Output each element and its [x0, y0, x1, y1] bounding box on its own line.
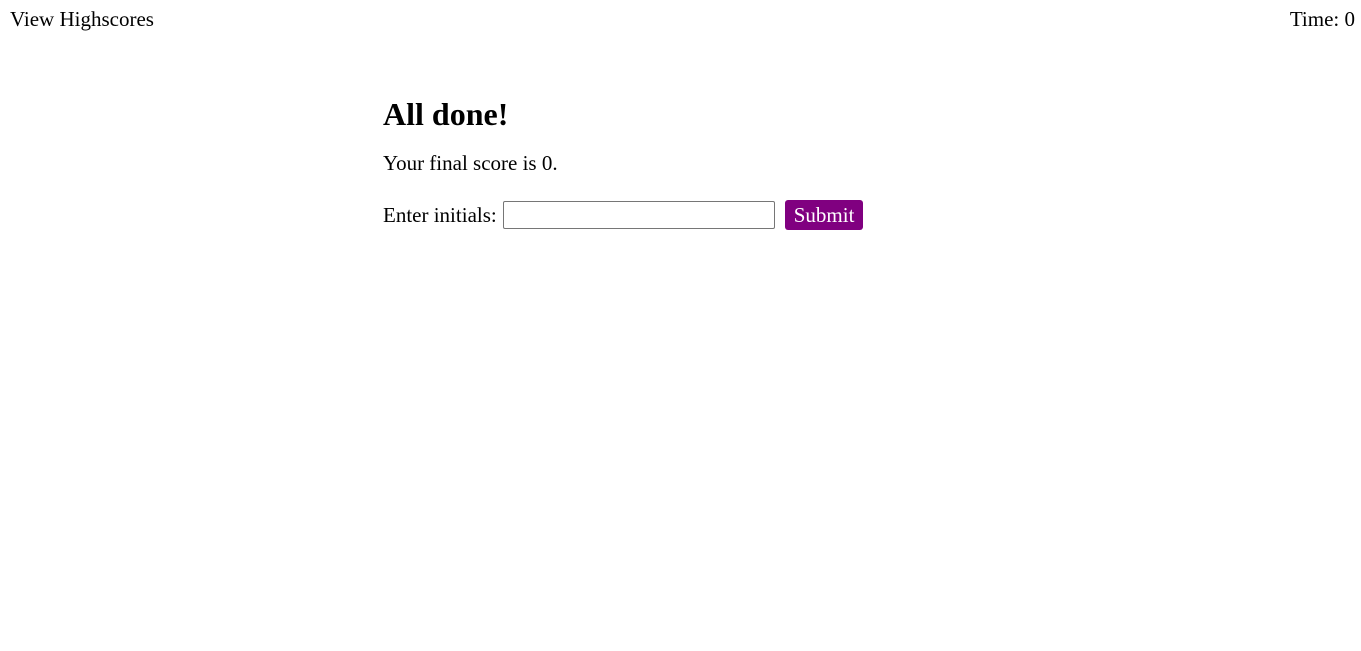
results-panel: All done! Your final score is 0. Enter i…: [383, 92, 983, 231]
final-score-text: Your final score is 0.: [383, 150, 983, 176]
timer-label: Time:: [1289, 7, 1345, 31]
final-score-value: 0: [541, 151, 553, 175]
timer-value: 0: [1344, 7, 1356, 31]
timer: Time: 0: [1290, 6, 1355, 32]
view-highscores-link[interactable]: View Highscores: [10, 6, 154, 32]
score-prefix: Your final score is: [383, 151, 542, 175]
top-bar: View Highscores Time: 0: [0, 0, 1361, 40]
submit-button[interactable]: Submit: [784, 200, 864, 230]
initials-form: Enter initials: Submit: [383, 199, 983, 231]
initials-label: Enter initials:: [383, 203, 497, 227]
initials-input[interactable]: [502, 201, 775, 229]
page-title: All done!: [383, 96, 509, 132]
score-suffix: .: [552, 151, 558, 175]
